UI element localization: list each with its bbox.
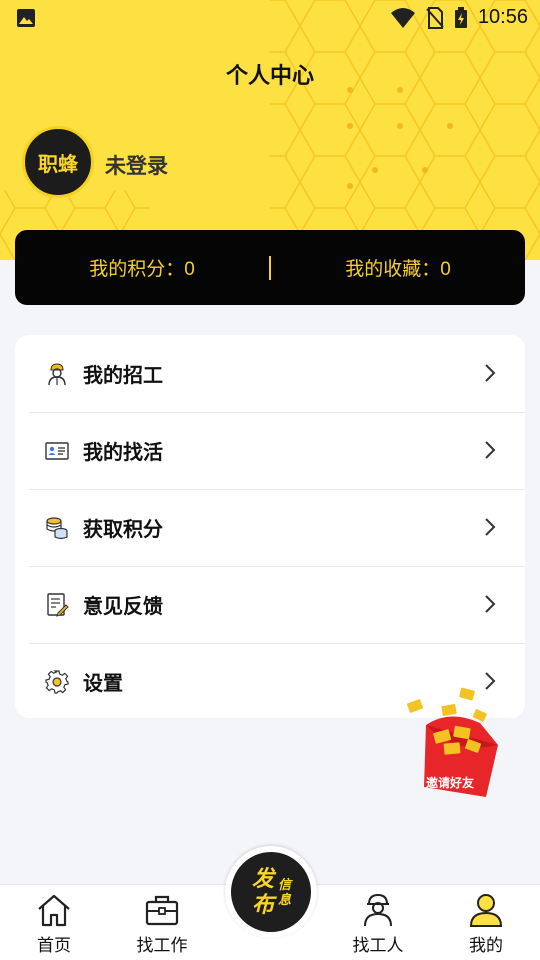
menu-item-label: 我的找活 [83, 442, 163, 464]
publish-sub-text: 信息 [278, 877, 292, 907]
publish-main-text: 发布 [251, 866, 274, 917]
status-time: 10:56 [477, 6, 528, 28]
battery-charging-icon [454, 6, 467, 28]
chevron-right-icon [485, 595, 496, 613]
menu-list: 我的招工 我的找活 获取积分 意见反馈 设置 [15, 335, 525, 718]
tab-find-job[interactable]: 找工作 [122, 893, 202, 956]
chevron-right-icon [485, 441, 496, 459]
coins-icon [45, 516, 69, 540]
menu-item-get-points[interactable]: 获取积分 [15, 489, 525, 566]
menu-item-label: 我的招工 [83, 365, 163, 387]
login-status[interactable]: 未登录 [105, 150, 168, 180]
wifi-icon [390, 7, 415, 28]
menu-item-my-job-search[interactable]: 我的找活 [15, 412, 525, 489]
feedback-icon [45, 592, 69, 617]
home-icon [38, 894, 70, 927]
no-sim-icon [426, 6, 444, 29]
my-points[interactable]: 我的积分：0 [15, 254, 269, 281]
avatar[interactable]: 职蜂 [22, 126, 94, 198]
honeycomb-background [0, 0, 540, 260]
menu-item-label: 获取积分 [83, 519, 163, 541]
tab-label: 我的 [469, 936, 503, 955]
tab-label: 找工作 [136, 936, 188, 955]
worker-icon [364, 893, 392, 927]
publish-info-button[interactable]: 发布 信息 [231, 852, 311, 932]
chevron-right-icon [485, 518, 496, 536]
user-icon [469, 894, 503, 927]
chevron-right-icon [485, 364, 496, 382]
avatar-logo-text: 职蜂 [38, 153, 78, 176]
briefcase-icon [145, 895, 179, 926]
page-title: 个人中心 [225, 63, 314, 88]
image-notification-icon [17, 9, 35, 27]
menu-item-label: 意见反馈 [83, 596, 163, 618]
tab-label: 找工人 [352, 936, 404, 955]
tab-find-worker[interactable]: 找工人 [338, 893, 418, 956]
tab-home[interactable]: 首页 [14, 893, 94, 956]
profile-header: 10:56 个人中心 职蜂 未登录 [0, 0, 540, 260]
gear-icon [45, 669, 69, 694]
menu-item-my-recruitment[interactable]: 我的招工 [15, 335, 525, 412]
tab-mine[interactable]: 我的 [446, 893, 526, 956]
my-favorites[interactable]: 我的收藏：0 [271, 254, 525, 281]
worker-icon [45, 362, 69, 386]
menu-item-feedback[interactable]: 意见反馈 [15, 566, 525, 643]
menu-item-label: 设置 [83, 673, 123, 695]
status-bar: 10:56 [0, 0, 540, 36]
tab-label: 首页 [37, 936, 71, 955]
stats-card: 我的积分：0 我的收藏：0 [15, 230, 525, 305]
id-card-icon [45, 439, 69, 463]
invite-friends-label: 邀请好友 [426, 776, 475, 790]
invite-friends-red-packet[interactable]: 邀请好友 [400, 685, 510, 805]
